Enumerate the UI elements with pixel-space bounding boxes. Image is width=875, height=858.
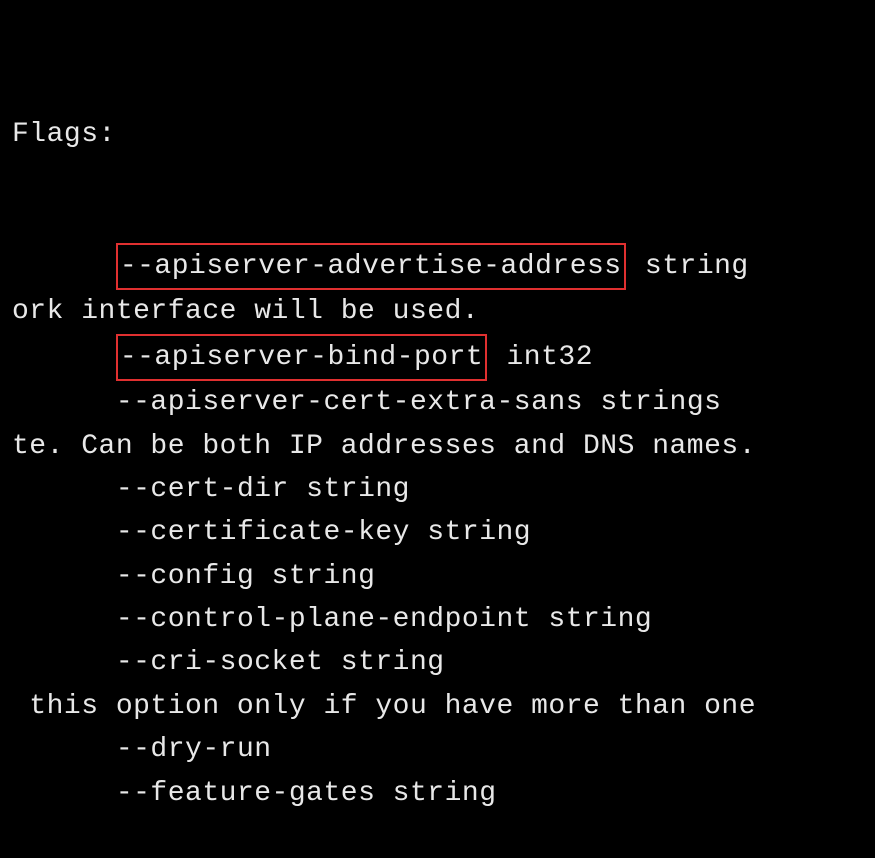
- terminal-line: --feature-gates string: [12, 772, 863, 815]
- cli-flag: --control-plane-endpoint: [116, 604, 531, 635]
- flag-type: string: [375, 778, 496, 809]
- terminal-line: --apiserver-bind-port int32: [12, 334, 863, 381]
- terminal-line: --dry-run: [12, 728, 863, 771]
- flags-header: Flags:: [12, 113, 863, 156]
- flag-type: string: [628, 251, 749, 282]
- cli-flag: --cert-dir: [116, 474, 289, 505]
- terminal-line: --apiserver-advertise-address string: [12, 243, 863, 290]
- cli-flag: --dry-run: [116, 734, 272, 765]
- cli-flag: --apiserver-bind-port: [116, 334, 487, 381]
- terminal-line: --config string: [12, 555, 863, 598]
- flag-type: string: [289, 474, 410, 505]
- terminal-line: this option only if you have more than o…: [12, 685, 863, 728]
- cli-flag: --config: [116, 561, 254, 592]
- cli-flag: --certificate-key: [116, 517, 410, 548]
- terminal-line: ork interface will be used.: [12, 290, 863, 333]
- flag-type: string: [531, 604, 652, 635]
- terminal-line: te. Can be both IP addresses and DNS nam…: [12, 425, 863, 468]
- flag-type: strings: [583, 387, 721, 418]
- flags-lines: --apiserver-advertise-address stringork …: [12, 243, 863, 815]
- cli-flag: --apiserver-advertise-address: [116, 243, 626, 290]
- terminal-line: --certificate-key string: [12, 511, 863, 554]
- terminal-line: --cri-socket string: [12, 641, 863, 684]
- flag-type: string: [410, 517, 531, 548]
- terminal-line: --control-plane-endpoint string: [12, 598, 863, 641]
- terminal-output: Flags: --apiserver-advertise-address str…: [12, 26, 863, 858]
- cli-flag: --cri-socket: [116, 647, 324, 678]
- flag-type: string: [323, 647, 444, 678]
- cli-flag: --feature-gates: [116, 778, 376, 809]
- cli-flag: --apiserver-cert-extra-sans: [116, 387, 583, 418]
- terminal-line: --apiserver-cert-extra-sans strings: [12, 381, 863, 424]
- flag-type: int32: [489, 342, 593, 373]
- flag-type: string: [254, 561, 375, 592]
- terminal-line: --cert-dir string: [12, 468, 863, 511]
